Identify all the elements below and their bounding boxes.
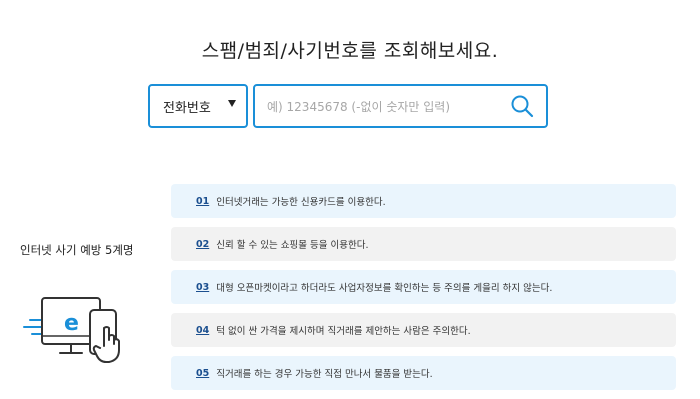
tip-item: 02 신뢰 할 수 있는 쇼핑몰 등을 이용한다. (171, 227, 676, 261)
search-type-label: 전화번호 (163, 101, 211, 116)
tip-text: 신뢰 할 수 있는 쇼핑몰 등을 이용한다. (216, 240, 369, 251)
tip-item: 03 대형 오픈마켓이라고 하더라도 사업자정보를 확인하는 등 주의를 게을리… (171, 270, 676, 304)
tip-item: 04 턱 없이 싼 가격을 제시하며 직거래를 제안하는 사람은 주의한다. (171, 313, 676, 347)
tip-text: 턱 없이 싼 가격을 제시하며 직거래를 제안하는 사람은 주의한다. (216, 326, 471, 337)
tip-text: 인터넷거래는 가능한 신용카드를 이용한다. (216, 197, 386, 208)
caret-down-icon (228, 100, 236, 107)
search-type-select[interactable]: 전화번호 (148, 84, 248, 128)
tip-item: 05 직거래를 하는 경우 가능한 직접 만나서 물품을 받는다. (171, 356, 676, 390)
computer-phone-icon: e (23, 297, 120, 363)
tip-number: 04 (196, 324, 210, 336)
tip-text: 대형 오픈마켓이라고 하더라도 사업자정보를 확인하는 등 주의를 게을리 하지… (216, 283, 553, 294)
tips-list: 01 인터넷거래는 가능한 신용카드를 이용한다. 02 신뢰 할 수 있는 쇼… (171, 184, 676, 399)
tips-heading: 인터넷 사기 예방 5계명 (20, 243, 134, 257)
tip-number: 01 (196, 195, 210, 207)
search-input[interactable] (265, 94, 509, 120)
search-field (253, 84, 548, 128)
page-title: 스팸/범죄/사기번호를 조회해보세요. (201, 40, 499, 62)
tip-number: 02 (196, 238, 210, 250)
svg-text:e: e (64, 311, 79, 336)
tip-number: 05 (196, 367, 210, 379)
search-icon[interactable] (510, 94, 534, 118)
tip-number: 03 (196, 281, 210, 293)
tip-item: 01 인터넷거래는 가능한 신용카드를 이용한다. (171, 184, 676, 218)
tip-text: 직거래를 하는 경우 가능한 직접 만나서 물품을 받는다. (216, 369, 433, 380)
